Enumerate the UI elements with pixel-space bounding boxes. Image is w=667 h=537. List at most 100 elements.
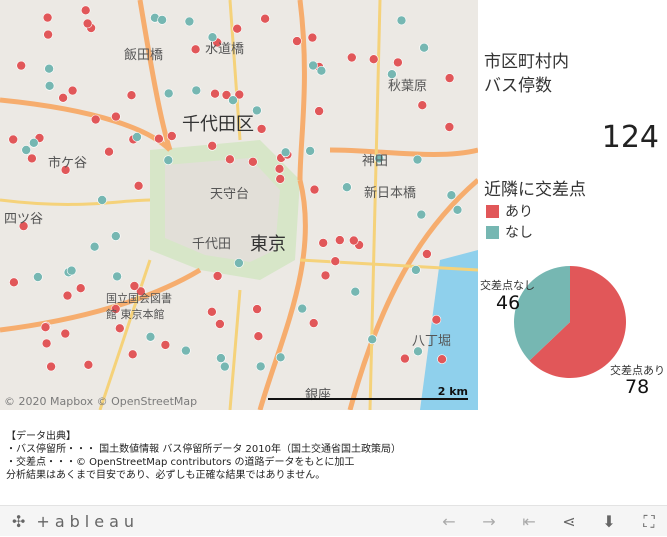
bus-stop-marker-yes[interactable] <box>46 361 56 372</box>
bus-stop-marker-yes[interactable] <box>43 29 53 40</box>
bus-stop-marker-no[interactable] <box>412 154 423 165</box>
bus-stop-marker-yes[interactable] <box>80 5 91 16</box>
bus-stop-marker-yes[interactable] <box>215 319 225 329</box>
bus-stop-marker-no[interactable] <box>416 209 427 220</box>
tableau-logo[interactable]: ✣ +ableau <box>12 512 139 531</box>
bus-stop-marker-no[interactable] <box>181 345 191 356</box>
bus-stop-marker-yes[interactable] <box>126 90 137 100</box>
bus-stop-marker-yes[interactable] <box>444 73 455 83</box>
download-icon[interactable]: ⬇ <box>599 512 619 531</box>
bus-stop-marker-yes[interactable] <box>42 12 53 23</box>
fullscreen-icon[interactable]: ⛶ <box>639 512 659 532</box>
bus-stop-marker-yes[interactable] <box>83 359 94 370</box>
legend-item-yes[interactable]: あり <box>486 201 533 221</box>
bus-stop-marker-no[interactable] <box>89 241 100 252</box>
bus-stop-marker-yes[interactable] <box>9 277 19 288</box>
bus-stop-marker-yes[interactable] <box>62 290 73 301</box>
bus-stop-marker-yes[interactable] <box>232 23 242 34</box>
bus-stop-marker-yes[interactable] <box>160 340 171 350</box>
bus-stop-marker-yes[interactable] <box>444 122 455 132</box>
bus-stop-marker-yes[interactable] <box>307 32 318 43</box>
bus-stop-marker-yes[interactable] <box>309 184 320 195</box>
bus-stop-marker-no[interactable] <box>342 182 352 192</box>
bus-stop-marker-yes[interactable] <box>127 349 138 360</box>
map[interactable]: 千代田区 東京 千代田 天守台 神田 秋葉原 水道橋 飯田橋 新日本橋 八丁堀 … <box>0 0 478 410</box>
bus-stop-marker-no[interactable] <box>452 205 463 215</box>
bus-stop-marker-yes[interactable] <box>41 338 52 349</box>
bus-stop-marker-yes[interactable] <box>330 256 341 267</box>
bus-stop-marker-no[interactable] <box>33 272 43 282</box>
bus-stop-marker-yes[interactable] <box>133 181 144 191</box>
bus-stop-marker-no[interactable] <box>220 361 230 372</box>
bus-stop-marker-no[interactable] <box>145 331 156 342</box>
bus-stop-marker-yes[interactable] <box>252 304 262 314</box>
back-icon[interactable]: ← <box>439 512 459 531</box>
bus-stop-marker-yes[interactable] <box>292 36 302 46</box>
bus-stop-marker-yes[interactable] <box>212 271 223 281</box>
bus-stop-marker-no[interactable] <box>367 334 378 345</box>
bus-stop-marker-yes[interactable] <box>40 322 51 333</box>
bus-stop-marker-yes[interactable] <box>346 52 357 63</box>
bus-stop-marker-yes[interactable] <box>393 57 403 68</box>
bus-stop-marker-no[interactable] <box>28 138 39 148</box>
bus-stop-marker-yes[interactable] <box>82 18 93 29</box>
map-attribution[interactable]: © 2020 Mapbox © OpenStreetMap <box>4 395 197 408</box>
bus-stop-marker-yes[interactable] <box>111 111 121 122</box>
bus-stop-marker-yes[interactable] <box>400 353 410 364</box>
bus-stop-marker-yes[interactable] <box>314 106 324 116</box>
bus-stop-marker-yes[interactable] <box>8 134 18 145</box>
bus-stop-marker-no[interactable] <box>228 95 238 105</box>
bus-stop-marker-no[interactable] <box>216 353 226 363</box>
bus-stop-marker-yes[interactable] <box>417 100 428 110</box>
bus-stop-marker-yes[interactable] <box>320 270 331 281</box>
bus-stop-marker-yes[interactable] <box>274 164 285 174</box>
bus-stop-marker-no[interactable] <box>316 65 327 76</box>
bus-stop-marker-yes[interactable] <box>90 114 101 125</box>
first-icon[interactable]: ⇤ <box>519 512 539 531</box>
bus-stop-marker-no[interactable] <box>308 60 318 71</box>
bus-stop-marker-no[interactable] <box>163 155 174 165</box>
bus-stop-marker-no[interactable] <box>66 265 77 276</box>
bus-stop-marker-yes[interactable] <box>115 323 125 334</box>
bus-stop-marker-yes[interactable] <box>431 314 442 325</box>
bus-stop-marker-yes[interactable] <box>348 235 359 246</box>
bus-stop-marker-yes[interactable] <box>318 238 329 248</box>
bus-stop-marker-yes[interactable] <box>104 146 114 157</box>
bus-stop-marker-yes[interactable] <box>334 235 345 245</box>
bus-stop-marker-no[interactable] <box>350 286 361 297</box>
bus-stop-marker-no[interactable] <box>305 146 315 156</box>
bus-stop-marker-yes[interactable] <box>275 174 286 184</box>
bus-stop-marker-yes[interactable] <box>368 54 379 65</box>
bus-stop-marker-no[interactable] <box>191 85 202 96</box>
bus-stop-marker-yes[interactable] <box>67 85 78 96</box>
bus-stop-marker-yes[interactable] <box>58 93 68 103</box>
bus-stop-marker-no[interactable] <box>184 16 195 27</box>
bus-stop-marker-no[interactable] <box>112 271 122 282</box>
bus-stop-marker-yes[interactable] <box>225 154 235 165</box>
bus-stop-marker-yes[interactable] <box>437 354 447 365</box>
bus-stop-marker-no[interactable] <box>132 132 142 142</box>
bus-stop-marker-no[interactable] <box>419 42 429 53</box>
bus-stop-marker-yes[interactable] <box>207 306 217 317</box>
bus-stop-marker-no[interactable] <box>234 258 244 268</box>
bus-stop-marker-yes[interactable] <box>308 318 319 328</box>
bus-stop-marker-yes[interactable] <box>167 131 177 141</box>
forward-icon[interactable]: → <box>479 512 499 531</box>
bus-stop-marker-yes[interactable] <box>253 331 264 342</box>
bus-stop-marker-no[interactable] <box>157 15 167 25</box>
bus-stop-marker-yes[interactable] <box>16 60 27 71</box>
bus-stop-marker-no[interactable] <box>396 15 407 26</box>
bus-stop-marker-yes[interactable] <box>260 13 270 24</box>
bus-stop-marker-no[interactable] <box>297 303 308 314</box>
bus-stop-marker-no[interactable] <box>111 231 121 241</box>
bus-stop-marker-yes[interactable] <box>60 328 71 339</box>
bus-stop-marker-no[interactable] <box>97 195 107 205</box>
bus-stop-marker-no[interactable] <box>446 190 457 200</box>
bus-stop-marker-yes[interactable] <box>256 124 267 134</box>
bus-stop-marker-no[interactable] <box>255 361 266 372</box>
bus-stop-marker-no[interactable] <box>280 147 291 158</box>
bus-stop-marker-no[interactable] <box>275 352 286 363</box>
bus-stop-marker-yes[interactable] <box>210 88 220 99</box>
bus-stop-marker-no[interactable] <box>44 63 54 74</box>
bus-stop-marker-no[interactable] <box>411 265 421 275</box>
